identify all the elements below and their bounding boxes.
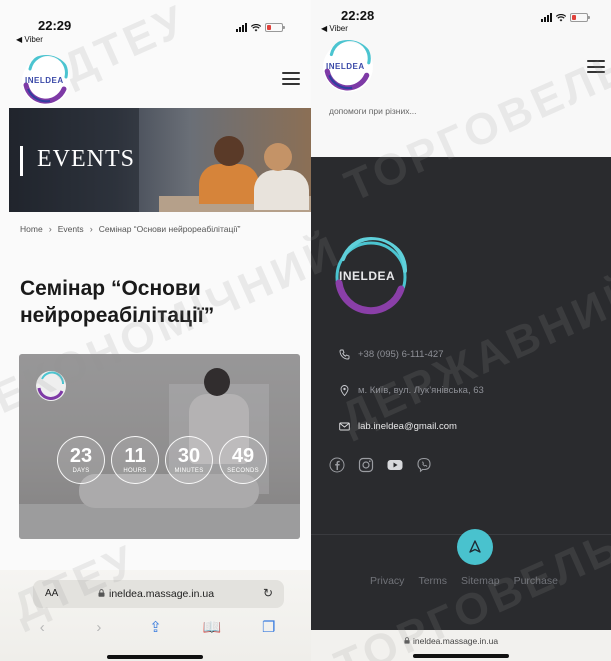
lock-icon: [98, 589, 105, 597]
status-icons: [236, 23, 285, 32]
footer-links: Privacy Terms Sitemap Purchase: [370, 575, 558, 587]
status-bar: 22:29 ◀ Viber: [0, 0, 311, 44]
viber-icon[interactable]: [416, 457, 432, 473]
location-pin-icon: [340, 385, 349, 396]
arrow-up-icon: [469, 540, 481, 553]
reload-icon[interactable]: ↻: [263, 586, 273, 600]
banner-accent-bar: [20, 146, 23, 176]
address-bar[interactable]: AA ineldea.massage.in.ua ↻: [33, 580, 284, 608]
footer-address[interactable]: м. Київ, вул. Лук’янівська, 63: [339, 385, 484, 396]
instagram-icon[interactable]: [358, 457, 374, 473]
left-phone-screen: 22:29 ◀ Viber INELDEA EVENTS Home › Even…: [0, 0, 311, 661]
tabs-icon[interactable]: ❐: [257, 618, 281, 636]
countdown-minutes: 30 MINUTES: [165, 436, 213, 484]
status-time: 22:29: [38, 18, 72, 33]
logo-text: INELDEA: [326, 62, 365, 71]
menu-hamburger-icon[interactable]: [282, 72, 300, 85]
phone-icon: [339, 349, 350, 360]
breadcrumb-current: Семінар “Основи нейрореабілітації”: [98, 224, 241, 234]
back-to-viber-link[interactable]: ◀ Viber: [321, 24, 348, 33]
url-text[interactable]: ineldea.massage.in.ua: [109, 588, 214, 600]
privacy-link[interactable]: Privacy: [370, 575, 404, 587]
content-excerpt: допомоги при різних...: [329, 106, 417, 116]
reader-aa-button[interactable]: AA: [45, 588, 58, 599]
forward-icon[interactable]: ›: [87, 619, 111, 636]
battery-icon: [265, 23, 285, 32]
lock-icon: [404, 637, 410, 644]
purchase-link[interactable]: Purchase: [514, 575, 558, 587]
sitemap-link[interactable]: Sitemap: [461, 575, 500, 587]
status-time: 22:28: [341, 8, 375, 23]
battery-icon: [570, 13, 590, 22]
countdown-days: 23 DAYS: [57, 436, 105, 484]
status-bar: 22:28 ◀ Viber: [311, 0, 611, 44]
countdown-hours: 11 HOURS: [111, 436, 159, 484]
countdown-timer: 23 DAYS 11 HOURS 30 MINUTES 49 SECONDS: [57, 436, 267, 484]
breadcrumb-events-link[interactable]: Events: [58, 224, 84, 234]
events-banner: EVENTS: [9, 108, 311, 212]
terms-link[interactable]: Terms: [418, 575, 447, 587]
footer-logo-text: INELDEA: [339, 269, 396, 283]
back-icon[interactable]: ‹: [30, 619, 54, 636]
promo-logo-icon: [36, 371, 66, 401]
mail-icon: [339, 422, 350, 431]
site-footer: INELDEA +38 (095) 6-111-427 м. Київ, вул…: [311, 157, 611, 630]
footer-phone[interactable]: +38 (095) 6-111-427: [339, 349, 443, 360]
footer-email[interactable]: lab.ineldea@gmail.com: [339, 421, 457, 432]
scroll-to-top-button[interactable]: [457, 529, 493, 565]
menu-hamburger-icon[interactable]: [587, 60, 605, 73]
address-bar[interactable]: ineldea.massage.in.ua: [311, 630, 611, 661]
back-to-viber-link[interactable]: ◀ Viber: [16, 35, 43, 44]
countdown-seconds: 49 SECONDS: [219, 436, 267, 484]
page-title: Семінар “Основи нейрореабілітації”: [20, 277, 215, 327]
wifi-icon: [556, 13, 566, 21]
browser-nav-bar: ‹ › ⇪ 📖 ❐: [0, 618, 311, 637]
share-icon[interactable]: ⇪: [143, 618, 167, 636]
status-icons: [541, 13, 590, 22]
signal-icon: [236, 23, 247, 32]
right-phone-screen: 22:28 ◀ Viber INELDEA допомоги при різни…: [311, 0, 611, 661]
safari-toolbar: AA ineldea.massage.in.ua ↻ ‹ › ⇪ 📖 ❐: [0, 570, 311, 661]
social-links: [329, 457, 432, 473]
event-promo-image: 23 DAYS 11 HOURS 30 MINUTES 49 SECONDS: [19, 354, 300, 539]
wifi-icon: [251, 23, 261, 31]
breadcrumb-separator: ›: [48, 224, 52, 234]
breadcrumb-home-link[interactable]: Home: [20, 224, 43, 234]
logo-text: INELDEA: [25, 76, 64, 85]
banner-title: EVENTS: [37, 146, 135, 172]
url-text[interactable]: ineldea.massage.in.ua: [413, 636, 498, 646]
home-indicator: [413, 654, 509, 658]
signal-icon: [541, 13, 552, 22]
home-indicator: [107, 655, 203, 659]
breadcrumb: Home › Events › Семінар “Основи нейрореа…: [20, 224, 240, 234]
youtube-icon[interactable]: [387, 457, 403, 473]
breadcrumb-separator: ›: [89, 224, 93, 234]
facebook-icon[interactable]: [329, 457, 345, 473]
bookmarks-icon[interactable]: 📖: [200, 618, 224, 636]
